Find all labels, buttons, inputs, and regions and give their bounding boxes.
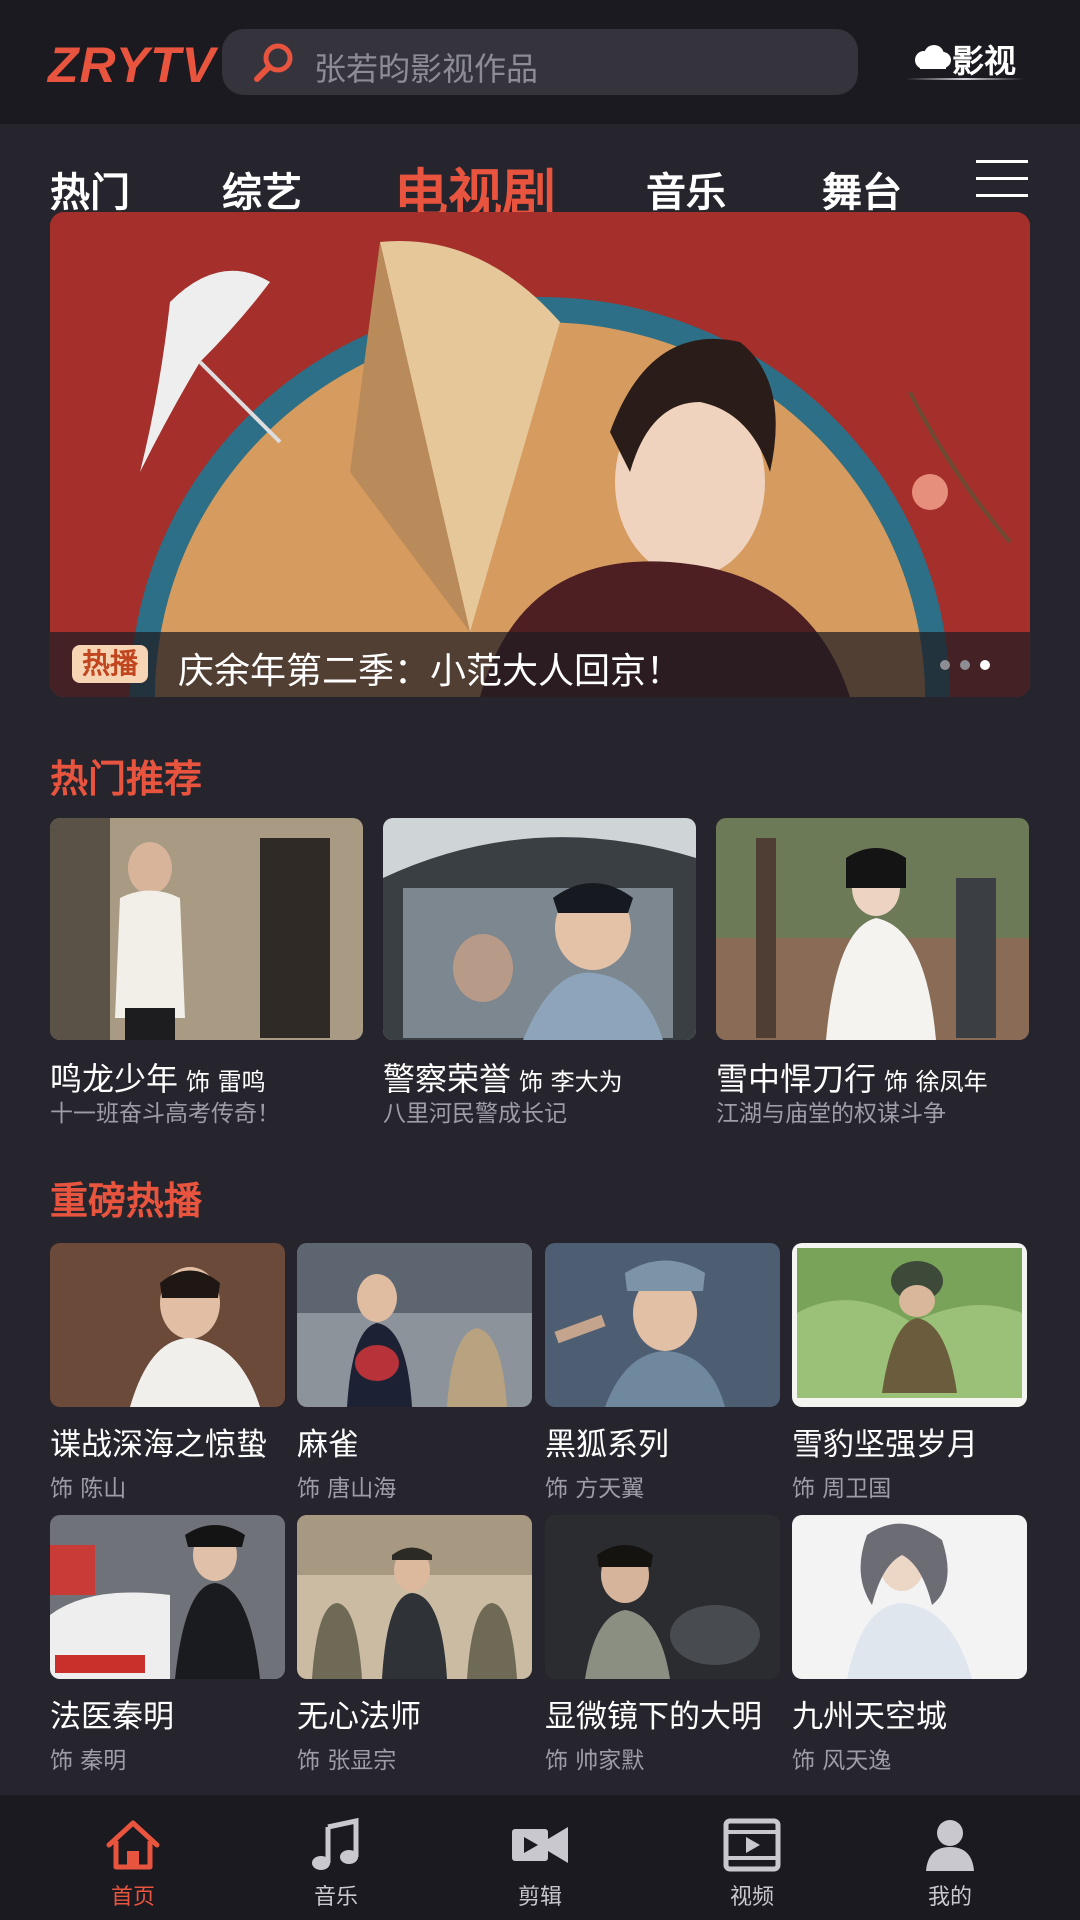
nav-label: 我的 bbox=[927, 1885, 972, 1910]
card-role: 饰 李大为 bbox=[519, 1068, 623, 1096]
nav-profile[interactable]: 我的 bbox=[890, 1795, 1010, 1920]
card-role: 饰 徐凤年 bbox=[884, 1068, 988, 1096]
card-title: 谍战深海之惊蛰 bbox=[50, 1427, 267, 1463]
film-icon bbox=[723, 1818, 781, 1872]
brand-badge[interactable]: 影视 bbox=[906, 34, 1026, 86]
card-title: 无心法师 bbox=[297, 1699, 421, 1735]
card-role: 饰 陈山 bbox=[50, 1476, 127, 1502]
poster-image bbox=[297, 1515, 532, 1679]
nav-label: 视频 bbox=[729, 1885, 774, 1910]
menu-icon[interactable] bbox=[976, 160, 1028, 200]
card-title: 黑狐系列 bbox=[545, 1427, 669, 1463]
nav-clips[interactable]: 剪辑 bbox=[480, 1795, 600, 1920]
card-role: 饰 周卫国 bbox=[792, 1476, 892, 1502]
featured-card[interactable]: 麻雀 饰 唐山海 bbox=[297, 1243, 532, 1502]
featured-card[interactable]: 雪豹坚强岁月 饰 周卫国 bbox=[792, 1243, 1027, 1502]
nav-home[interactable]: 首页 bbox=[73, 1795, 193, 1920]
nav-label: 音乐 bbox=[313, 1885, 358, 1910]
section-title-hot: 热门推荐 bbox=[50, 757, 203, 801]
poster-image bbox=[50, 1243, 285, 1407]
card-description: 八里河民警成长记 bbox=[383, 1101, 567, 1127]
brand-label: 影视 bbox=[952, 42, 1017, 80]
poster-image bbox=[383, 818, 696, 1040]
card-title: 麻雀 bbox=[297, 1427, 359, 1463]
featured-card[interactable]: 法医秦明 饰 秦明 bbox=[50, 1515, 285, 1774]
poster-image bbox=[545, 1243, 780, 1407]
nav-video[interactable]: 视频 bbox=[692, 1795, 812, 1920]
card-role: 饰 风天逸 bbox=[792, 1748, 892, 1774]
card-role: 饰 秦明 bbox=[50, 1748, 127, 1774]
tab-variety[interactable]: 综艺 bbox=[222, 160, 302, 218]
brand-underline bbox=[906, 78, 1024, 80]
card-title-text: 警察荣誉 bbox=[383, 1060, 512, 1098]
nav-label: 首页 bbox=[110, 1885, 155, 1910]
tab-hot[interactable]: 热门 bbox=[50, 160, 130, 218]
search-bar[interactable]: 张若昀影视作品 bbox=[222, 29, 858, 95]
hot-card[interactable]: 雪中悍刀行饰 徐凤年 江湖与庙堂的权谋斗争 bbox=[716, 818, 1029, 1127]
card-title: 法医秦明 bbox=[50, 1699, 174, 1735]
section-title-featured: 重磅热播 bbox=[50, 1179, 203, 1223]
bottom-nav: 首页 音乐 剪辑 视频 我的 bbox=[0, 1795, 1080, 1920]
carousel-dot[interactable] bbox=[960, 660, 970, 670]
search-icon bbox=[254, 43, 293, 82]
tab-music[interactable]: 音乐 bbox=[646, 160, 726, 218]
banner-caption: 热播 庆余年第二季：小范大人回京！ bbox=[50, 632, 1030, 697]
featured-card[interactable]: 谍战深海之惊蛰 饰 陈山 bbox=[50, 1243, 285, 1502]
search-placeholder: 张若昀影视作品 bbox=[314, 50, 539, 88]
poster-image bbox=[50, 1515, 285, 1679]
poster-image bbox=[545, 1515, 780, 1679]
poster-image bbox=[297, 1243, 532, 1407]
card-role: 饰 方天翼 bbox=[545, 1476, 645, 1502]
music-note-icon bbox=[312, 1817, 359, 1870]
featured-card[interactable]: 黑狐系列 饰 方天翼 bbox=[545, 1243, 780, 1502]
card-title-text: 雪中悍刀行 bbox=[716, 1060, 877, 1098]
featured-card[interactable]: 九州天空城 饰 风天逸 bbox=[792, 1515, 1027, 1774]
top-bar: ZRYTV 张若昀影视作品 影视 bbox=[0, 0, 1080, 124]
banner-title: 庆余年第二季：小范大人回京！ bbox=[178, 651, 683, 692]
card-title: 雪豹坚强岁月 bbox=[792, 1427, 978, 1463]
carousel-dot-active[interactable] bbox=[980, 660, 990, 670]
card-description: 十一班奋斗高考传奇！ bbox=[50, 1101, 280, 1127]
nav-music[interactable]: 音乐 bbox=[276, 1795, 396, 1920]
card-role: 饰 张显宗 bbox=[297, 1748, 397, 1774]
poster-image bbox=[50, 818, 363, 1040]
card-role: 饰 帅家默 bbox=[545, 1748, 645, 1774]
card-role: 饰 雷鸣 bbox=[186, 1068, 266, 1096]
home-icon bbox=[106, 1820, 160, 1870]
featured-card[interactable]: 显微镜下的大明 饰 帅家默 bbox=[545, 1515, 780, 1774]
poster-image bbox=[716, 818, 1029, 1040]
poster-image bbox=[792, 1515, 1027, 1679]
card-description: 江湖与庙堂的权谋斗争 bbox=[716, 1101, 946, 1127]
card-title-text: 鸣龙少年 bbox=[50, 1060, 179, 1098]
banner-image bbox=[50, 212, 1030, 697]
hero-banner[interactable]: 热播 庆余年第二季：小范大人回京！ bbox=[50, 212, 1030, 697]
carousel-indicator bbox=[940, 660, 1000, 672]
poster-image bbox=[792, 1243, 1027, 1407]
cloud-icon bbox=[915, 45, 951, 69]
hot-badge: 热播 bbox=[72, 645, 149, 683]
app-logo[interactable]: ZRYTV bbox=[48, 36, 216, 94]
nav-label: 剪辑 bbox=[517, 1885, 562, 1910]
hot-card[interactable]: 鸣龙少年饰 雷鸣 十一班奋斗高考传奇！ bbox=[50, 818, 363, 1127]
carousel-dot[interactable] bbox=[940, 660, 950, 670]
card-title: 九州天空城 bbox=[792, 1699, 947, 1735]
video-camera-icon bbox=[512, 1827, 568, 1863]
card-role: 饰 唐山海 bbox=[297, 1476, 397, 1502]
card-title: 显微镜下的大明 bbox=[545, 1699, 762, 1735]
featured-card[interactable]: 无心法师 饰 张显宗 bbox=[297, 1515, 532, 1774]
hot-card[interactable]: 警察荣誉饰 李大为 八里河民警成长记 bbox=[383, 818, 696, 1127]
user-icon bbox=[926, 1820, 974, 1871]
tab-stage[interactable]: 舞台 bbox=[822, 160, 902, 218]
